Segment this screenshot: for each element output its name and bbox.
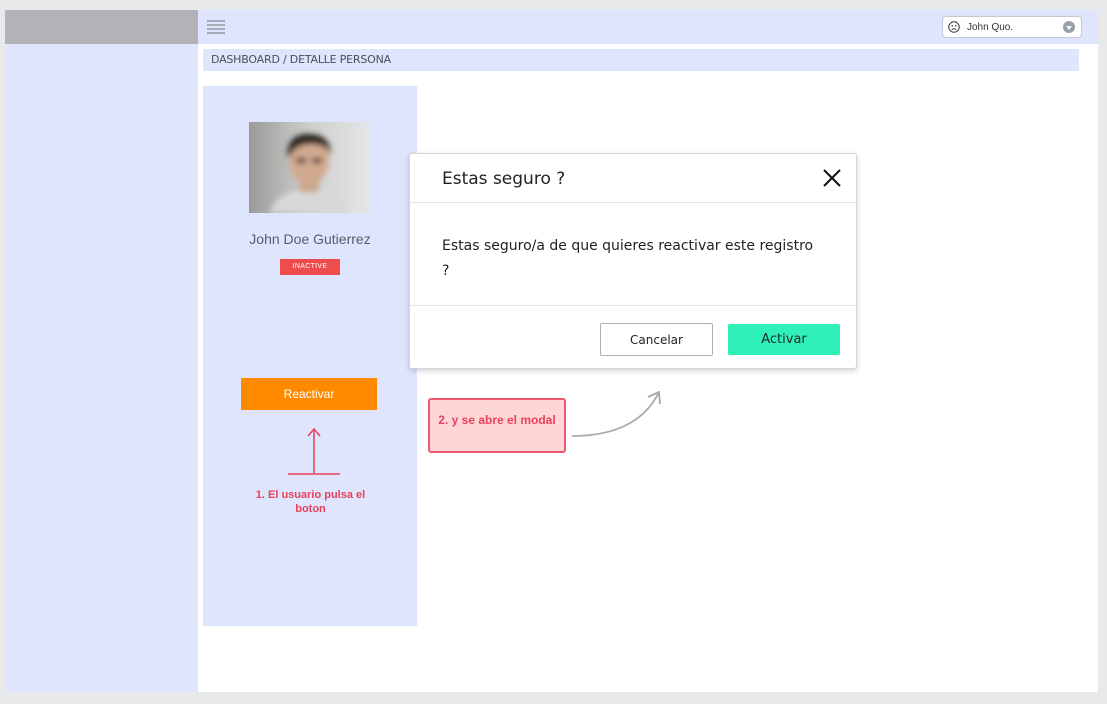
reactivar-button[interactable]: Reactivar — [241, 378, 377, 410]
top-bar: John Quo. — [198, 10, 1098, 44]
person-name: John Doe Gutierrez — [249, 231, 371, 247]
confirm-modal: Estas seguro ? Estas seguro/a de que qui… — [409, 153, 857, 369]
avatar — [249, 122, 370, 213]
profile-panel: John Doe Gutierrez INACTIVE Reactivar 1.… — [203, 86, 417, 626]
status-badge: INACTIVE — [280, 259, 340, 275]
user-face-icon — [948, 21, 960, 33]
user-name: John Quo. — [967, 22, 1014, 33]
chevron-down-icon — [1063, 21, 1075, 33]
modal-divider — [410, 305, 856, 306]
user-menu[interactable]: John Quo. — [942, 16, 1082, 38]
curved-arrow-icon — [571, 390, 661, 437]
annotation-step-2: 2. y se abre el modal — [428, 398, 566, 453]
modal-header: Estas seguro ? — [410, 154, 856, 203]
arrow-up-icon — [288, 427, 340, 475]
sidebar — [5, 44, 198, 692]
annotation-step-1: 1. El usuario pulsa el boton — [255, 489, 366, 515]
modal-title: Estas seguro ? — [442, 169, 566, 189]
close-icon[interactable] — [822, 168, 842, 188]
hamburger-menu-icon[interactable] — [207, 20, 225, 35]
modal-message: Estas seguro/a de que quieres reactivar … — [442, 238, 814, 279]
breadcrumb: DASHBOARD / DETALLE PERSONA — [203, 49, 1079, 71]
cancel-button[interactable]: Cancelar — [600, 323, 713, 356]
activar-button[interactable]: Activar — [728, 324, 840, 355]
sidebar-logo-area — [5, 10, 198, 44]
